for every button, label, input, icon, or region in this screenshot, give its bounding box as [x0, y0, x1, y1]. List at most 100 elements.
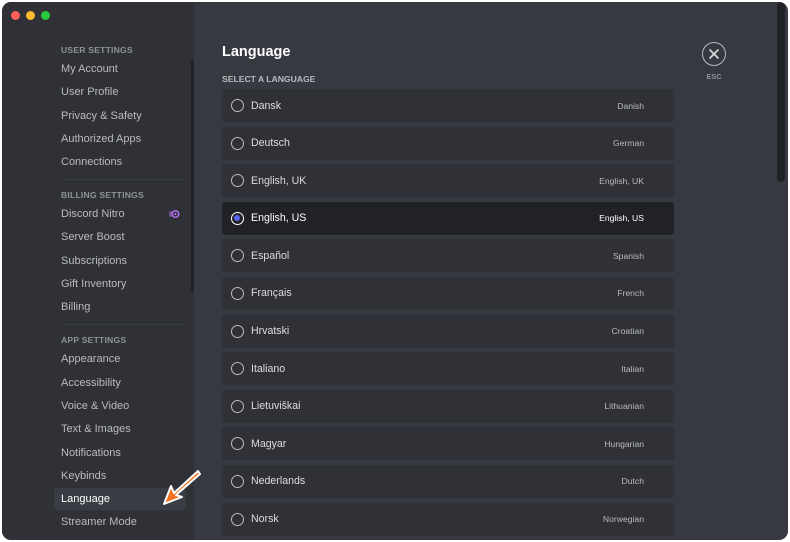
language-name: Español [251, 249, 290, 262]
nitro-icon [169, 210, 180, 219]
language-radio[interactable] [231, 249, 244, 263]
language-radio[interactable] [231, 324, 244, 338]
language-option-spanish[interactable]: Español Spanish [222, 239, 674, 273]
sidebar-item-label: Connections [61, 156, 123, 169]
language-name: Magyar [251, 437, 287, 450]
language-english-name: English, UK [599, 175, 644, 186]
language-name: Lietuviškai [251, 400, 301, 413]
sidebar-item-label: Server Boost [61, 231, 125, 244]
esc-label: ESC [706, 72, 722, 81]
sidebar-item-label: Billing [61, 301, 91, 314]
language-panel: Language SELECT A LANGUAGE Dansk Danish De… [222, 42, 674, 540]
sidebar-item-server-boost[interactable]: Server Boost [54, 226, 186, 248]
language-option-croatian[interactable]: Hrvatski Croatian [222, 314, 674, 348]
language-name: Norsk [251, 513, 279, 526]
language-option-danish[interactable]: Dansk Danish [222, 89, 674, 122]
sidebar-item-streamer-mode[interactable]: Streamer Mode [54, 511, 186, 533]
sidebar-item-label: Voice & Video [61, 399, 130, 412]
sidebar-item-connections[interactable]: Connections [54, 151, 186, 173]
sidebar-item-subscriptions[interactable]: Subscriptions [54, 250, 186, 272]
language-option-dutch[interactable]: Nederlands Dutch [222, 464, 674, 498]
sidebar-item-label: My Account [61, 63, 118, 75]
close-button[interactable] [702, 42, 726, 66]
sidebar-section-header: USER SETTINGS [61, 45, 133, 55]
language-option-hungarian[interactable]: Magyar Hungarian [222, 427, 674, 461]
language-option-lithuanian[interactable]: Lietuviškai Lithuanian [222, 389, 674, 423]
language-name: Dansk [251, 99, 282, 112]
content-scrollbar[interactable] [777, 2, 785, 182]
language-name: English, UK [251, 174, 307, 187]
language-option-norwegian[interactable]: Norsk Norwegian [222, 502, 674, 536]
close-window-button[interactable] [11, 11, 20, 20]
language-radio[interactable] [231, 399, 244, 413]
settings-window: USER SETTINGS My Account User Profile Priva… [2, 2, 788, 540]
language-radio[interactable] [231, 174, 244, 188]
zoom-window-button[interactable] [41, 11, 50, 20]
sidebar-item-appearance[interactable]: Appearance [54, 348, 186, 370]
close-icon [709, 49, 719, 59]
sidebar-item-gift-inventory[interactable]: Gift Inventory [54, 273, 186, 295]
language-english-name: Spanish [612, 250, 644, 261]
sidebar-item-user-profile[interactable]: User Profile [54, 81, 186, 103]
language-english-name: Lithuanian [604, 401, 644, 412]
sidebar-item-my-account[interactable]: My Account [54, 58, 186, 80]
sidebar-item-label: Streamer Mode [61, 516, 137, 529]
language-english-name: Norwegian [602, 514, 644, 525]
page-title: Language [222, 44, 291, 60]
language-name: Hrvatski [251, 325, 290, 338]
sidebar-item-label: Discord Nitro [61, 208, 125, 221]
sidebar-item-voice-and-video[interactable]: Voice & Video [54, 395, 186, 417]
minimize-window-button[interactable] [26, 11, 35, 20]
language-radio[interactable] [231, 99, 244, 112]
language-option-english-us[interactable]: English, US English, US [222, 201, 674, 235]
sidebar-item-accessibility[interactable]: Accessibility [54, 372, 186, 394]
sidebar-section-header: APP SETTINGS [61, 335, 127, 346]
sidebar-item-discord-nitro[interactable]: Discord Nitro [54, 203, 186, 225]
language-english-name: English, US [599, 213, 644, 224]
language-english-name: Dutch [621, 476, 644, 487]
sidebar-separator [61, 324, 184, 326]
language-radio[interactable] [231, 211, 244, 225]
sidebar-item-authorized-apps[interactable]: Authorized Apps [54, 128, 186, 150]
sidebar-item-label: Subscriptions [61, 254, 128, 267]
sidebar-item-label: Accessibility [61, 376, 121, 389]
language-radio[interactable] [231, 136, 244, 150]
language-radio[interactable] [231, 286, 244, 300]
language-option-german[interactable]: Deutsch German [222, 126, 674, 160]
sidebar-item-privacy-and-safety[interactable]: Privacy & Safety [54, 105, 186, 127]
settings-sidebar: USER SETTINGS My Account User Profile Priva… [2, 2, 194, 540]
language-english-name: Hungarian [604, 438, 644, 449]
language-radio[interactable] [231, 362, 244, 376]
language-radio[interactable] [231, 474, 244, 488]
language-name: Italiano [251, 362, 286, 375]
sidebar-item-label: User Profile [61, 86, 119, 99]
sidebar-item-text-and-images[interactable]: Text & Images [54, 418, 186, 440]
sidebar-scrollbar[interactable] [191, 60, 194, 292]
language-option-italian[interactable]: Italiano Italian [222, 352, 674, 386]
language-option-french[interactable]: Français French [222, 276, 674, 310]
annotation-arrow-icon [163, 470, 201, 505]
language-name: Deutsch [251, 137, 290, 150]
language-name: Français [251, 287, 292, 300]
sidebar-item-label: Authorized Apps [61, 132, 142, 145]
close-settings[interactable]: ESC [700, 42, 728, 81]
language-english-name: Danish [617, 100, 644, 111]
sidebar-separator [61, 179, 184, 181]
sidebar-item-label: Appearance [61, 353, 121, 366]
language-english-name: French [617, 288, 644, 299]
language-radio[interactable] [231, 512, 244, 526]
sidebar-item-notifications[interactable]: Notifications [54, 442, 186, 464]
language-radio[interactable] [231, 437, 244, 451]
sidebar-item-label: Privacy & Safety [61, 109, 142, 122]
sidebar-section-header: BILLING SETTINGS [61, 190, 144, 201]
language-list: Dansk Danish Deutsch German English, UK Engli… [222, 89, 674, 536]
language-option-english-uk[interactable]: English, UK English, UK [222, 164, 674, 198]
language-english-name: Croatian [611, 326, 644, 337]
sidebar-item-label: Text & Images [61, 423, 131, 436]
sidebar-item-billing[interactable]: Billing [54, 296, 186, 318]
sidebar-item-label: Gift Inventory [61, 278, 127, 291]
sidebar-item-label: Notifications [61, 446, 121, 459]
select-language-label: SELECT A LANGUAGE [222, 74, 316, 84]
language-english-name: German [612, 138, 644, 149]
window-controls [11, 11, 50, 20]
